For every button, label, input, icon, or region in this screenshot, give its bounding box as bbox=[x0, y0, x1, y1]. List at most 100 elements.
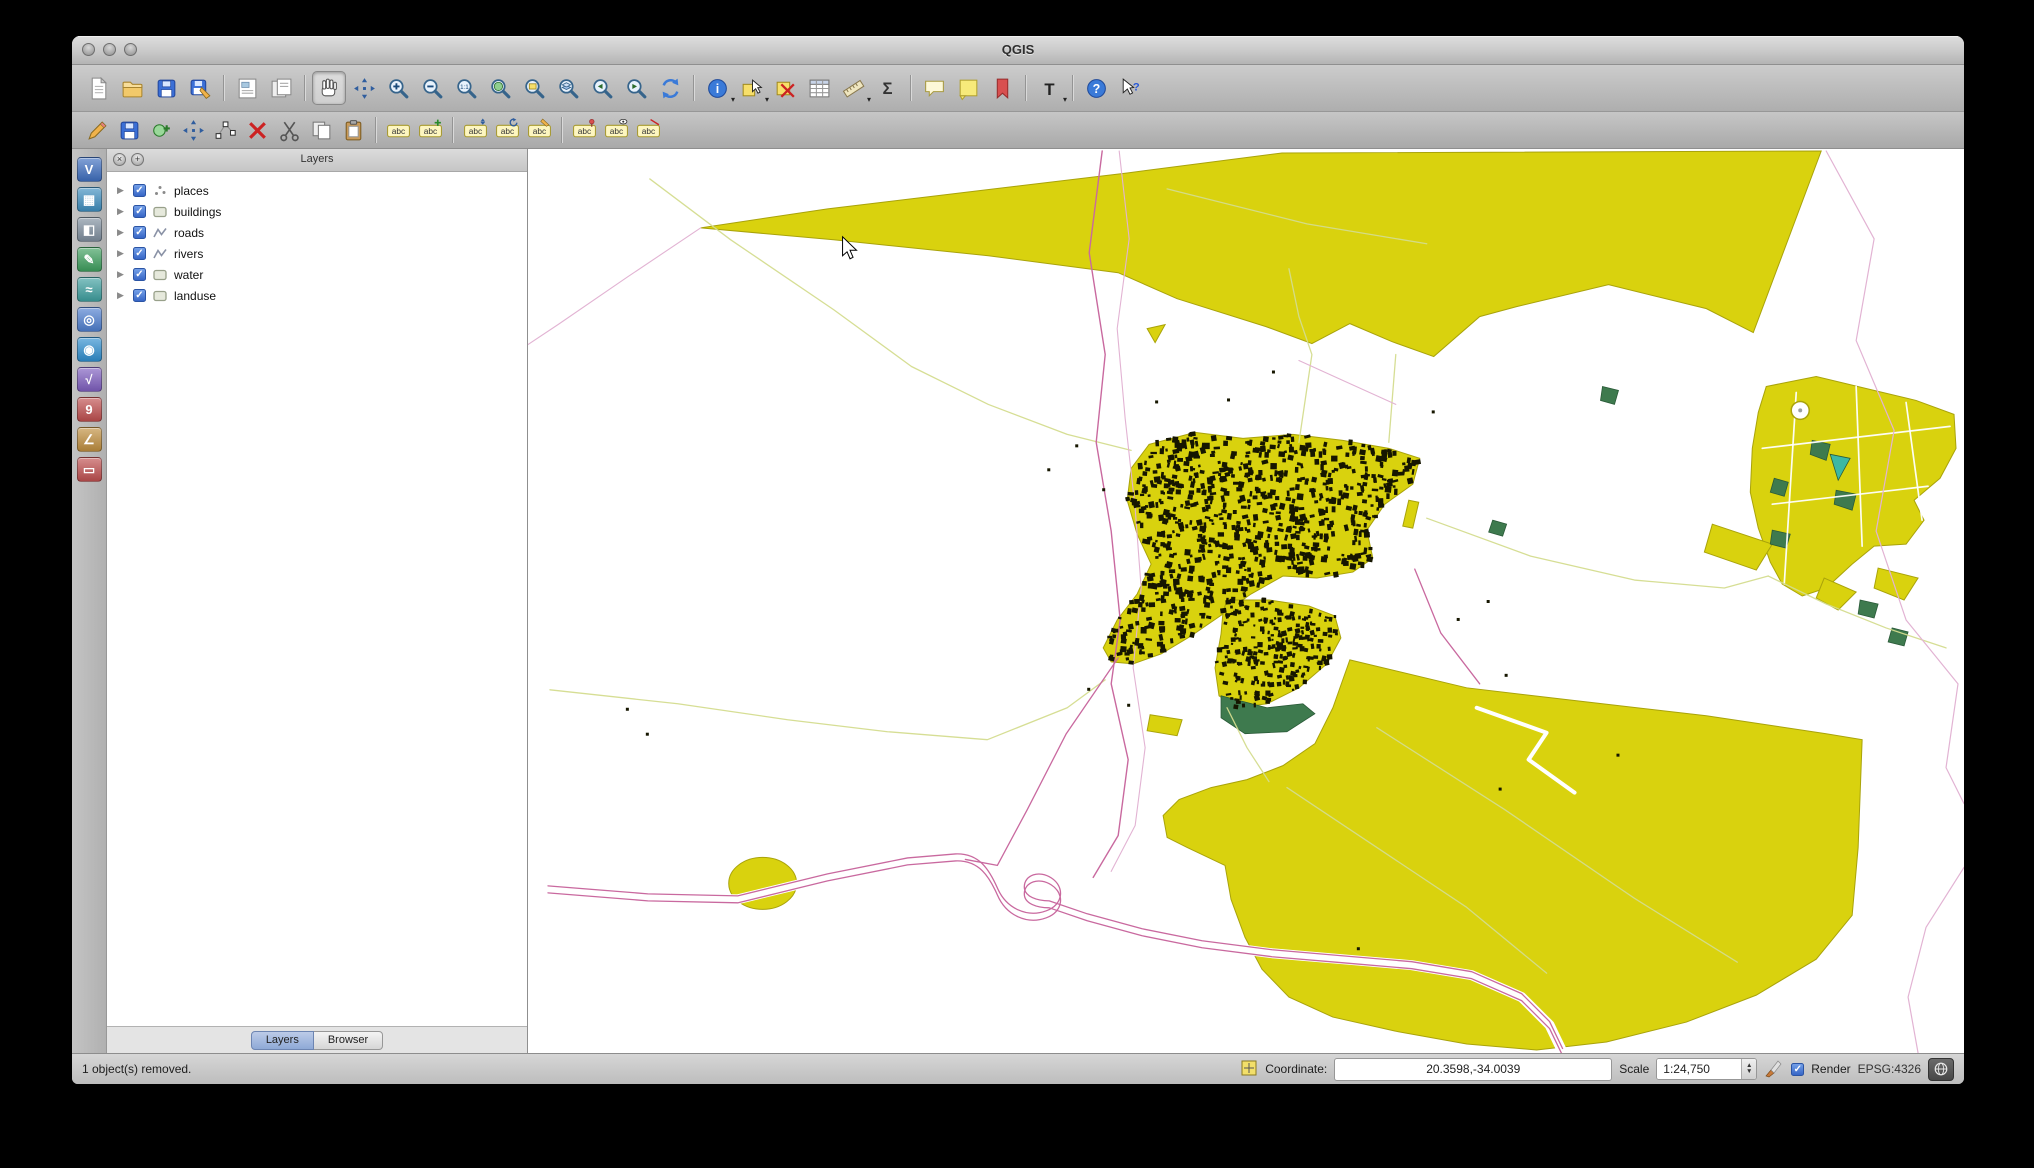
save-project-as-button[interactable] bbox=[184, 72, 216, 104]
save-edits-button[interactable] bbox=[114, 116, 144, 144]
add-spatialite-layer-button[interactable]: ≈ bbox=[77, 277, 102, 302]
new-bookmark-button[interactable] bbox=[986, 72, 1018, 104]
osm-tool-button[interactable]: 9 bbox=[77, 397, 102, 422]
zoom-to-selection-button[interactable] bbox=[518, 72, 550, 104]
move-feature-button[interactable] bbox=[178, 116, 208, 144]
save-project-button[interactable] bbox=[150, 72, 182, 104]
toggle-editing-button[interactable] bbox=[82, 116, 112, 144]
render-checkbox[interactable]: ✓ bbox=[1791, 1063, 1804, 1076]
select-features-button[interactable]: ▾ bbox=[735, 72, 767, 104]
layer-checkbox[interactable]: ✓ bbox=[133, 184, 146, 197]
disclosure-triangle-icon[interactable]: ▶ bbox=[117, 206, 127, 217]
crs-status-button[interactable] bbox=[1928, 1058, 1954, 1081]
whats-this-button[interactable]: ? bbox=[1114, 72, 1146, 104]
new-shapefile-layer-button[interactable]: ✎ bbox=[77, 247, 102, 272]
label-toolbar: abcabcabcabcabcabcabcabc bbox=[72, 112, 1964, 149]
layer-row-roads[interactable]: ▶✓roads bbox=[107, 222, 527, 243]
disclosure-triangle-icon[interactable]: ▶ bbox=[117, 290, 127, 301]
title-bar[interactable]: QGIS bbox=[72, 36, 1964, 65]
pan-map-button[interactable] bbox=[312, 71, 346, 105]
zoom-window-button[interactable] bbox=[124, 43, 137, 56]
label-add-button[interactable]: abc bbox=[415, 116, 445, 144]
add-delimited-text-button[interactable]: √ bbox=[77, 367, 102, 392]
redraw-brush-icon[interactable] bbox=[1764, 1058, 1784, 1081]
svg-text:Σ: Σ bbox=[882, 79, 892, 98]
layer-row-landuse[interactable]: ▶✓landuse bbox=[107, 285, 527, 306]
scale-stepper-icon[interactable]: ▲▼ bbox=[1741, 1059, 1756, 1079]
label-highlight-button[interactable]: abc bbox=[601, 116, 631, 144]
open-project-button[interactable] bbox=[116, 72, 148, 104]
dropdown-arrow-icon[interactable]: ▾ bbox=[1063, 95, 1067, 104]
svg-text:abc: abc bbox=[532, 126, 545, 136]
label-pin-button[interactable]: abc bbox=[569, 116, 599, 144]
label-move-button[interactable]: abc bbox=[460, 116, 490, 144]
label-properties-button[interactable]: abc bbox=[524, 116, 554, 144]
layer-checkbox[interactable]: ✓ bbox=[133, 205, 146, 218]
svg-text:i: i bbox=[715, 82, 718, 96]
help-contents-button[interactable]: ? bbox=[1080, 72, 1112, 104]
label-show-hide-button[interactable]: abc bbox=[633, 116, 663, 144]
new-print-composer-button[interactable] bbox=[231, 72, 263, 104]
layer-row-rivers[interactable]: ▶✓rivers bbox=[107, 243, 527, 264]
panel-float-icon[interactable]: + bbox=[131, 153, 144, 166]
disclosure-triangle-icon[interactable]: ▶ bbox=[117, 269, 127, 280]
identify-features-button[interactable]: i▾ bbox=[701, 72, 733, 104]
statistical-summary-button[interactable]: Σ bbox=[871, 72, 903, 104]
georeferencer-button[interactable]: ∠ bbox=[77, 427, 102, 452]
tab-browser[interactable]: Browser bbox=[314, 1031, 383, 1050]
disclosure-triangle-icon[interactable]: ▶ bbox=[117, 185, 127, 196]
scale-combo[interactable]: ▲▼ bbox=[1656, 1058, 1757, 1080]
add-wfs-layer-button[interactable]: ◉ bbox=[77, 337, 102, 362]
add-wms-layer-button[interactable]: ◎ bbox=[77, 307, 102, 332]
label-tool-button[interactable]: T▾ bbox=[1033, 72, 1065, 104]
add-feature-button[interactable] bbox=[146, 116, 176, 144]
minimize-window-button[interactable] bbox=[103, 43, 116, 56]
layer-row-places[interactable]: ▶✓places bbox=[107, 180, 527, 201]
open-attribute-table-button[interactable] bbox=[803, 72, 835, 104]
panel-close-icon[interactable]: × bbox=[113, 153, 126, 166]
layer-row-water[interactable]: ▶✓water bbox=[107, 264, 527, 285]
layer-labeling-options-button[interactable]: abc bbox=[383, 116, 413, 144]
coordinate-input[interactable] bbox=[1334, 1058, 1612, 1081]
close-window-button[interactable] bbox=[82, 43, 95, 56]
zoom-next-button[interactable] bbox=[620, 72, 652, 104]
cut-features-button[interactable] bbox=[274, 116, 304, 144]
disclosure-triangle-icon[interactable]: ▶ bbox=[117, 248, 127, 259]
layer-checkbox[interactable]: ✓ bbox=[133, 247, 146, 260]
scale-input[interactable] bbox=[1657, 1059, 1741, 1079]
toolbar-separator bbox=[1072, 75, 1073, 101]
label-rotate-button[interactable]: abc bbox=[492, 116, 522, 144]
zoom-native-button[interactable]: 1:1 bbox=[450, 72, 482, 104]
layer-row-buildings[interactable]: ▶✓buildings bbox=[107, 201, 527, 222]
zoom-full-button[interactable] bbox=[484, 72, 516, 104]
disclosure-triangle-icon[interactable]: ▶ bbox=[117, 227, 127, 238]
save-edits-icon bbox=[117, 118, 142, 143]
add-raster-layer-button[interactable]: ▦ bbox=[77, 187, 102, 212]
layer-checkbox[interactable]: ✓ bbox=[133, 289, 146, 302]
composer-manager-button[interactable] bbox=[265, 72, 297, 104]
map-canvas[interactable] bbox=[528, 149, 1964, 1053]
zoom-in-button[interactable] bbox=[382, 72, 414, 104]
new-project-button[interactable] bbox=[82, 72, 114, 104]
map-canvas-wrap bbox=[528, 149, 1964, 1053]
node-tool-button[interactable] bbox=[210, 116, 240, 144]
zoom-last-button[interactable] bbox=[586, 72, 618, 104]
zoom-out-button[interactable] bbox=[416, 72, 448, 104]
zoom-to-layer-button[interactable] bbox=[552, 72, 584, 104]
measure-button[interactable]: ▾ bbox=[837, 72, 869, 104]
tab-layers[interactable]: Layers bbox=[251, 1031, 314, 1050]
pan-to-selection-button[interactable] bbox=[348, 72, 380, 104]
map-tips-button[interactable] bbox=[918, 72, 950, 104]
paste-features-button[interactable] bbox=[338, 116, 368, 144]
copy-features-button[interactable] bbox=[306, 116, 336, 144]
add-database-layer-button[interactable]: ◧ bbox=[77, 217, 102, 242]
refresh-map-button[interactable] bbox=[654, 72, 686, 104]
layer-checkbox[interactable]: ✓ bbox=[133, 226, 146, 239]
layer-checkbox[interactable]: ✓ bbox=[133, 268, 146, 281]
deselect-features-button[interactable] bbox=[769, 72, 801, 104]
add-vector-layer-button[interactable]: V bbox=[77, 157, 102, 182]
delete-selected-button[interactable] bbox=[242, 116, 272, 144]
text-annotation-button[interactable] bbox=[952, 72, 984, 104]
toolbar-separator bbox=[561, 117, 562, 143]
remove-layer-button[interactable]: ▭ bbox=[77, 457, 102, 482]
